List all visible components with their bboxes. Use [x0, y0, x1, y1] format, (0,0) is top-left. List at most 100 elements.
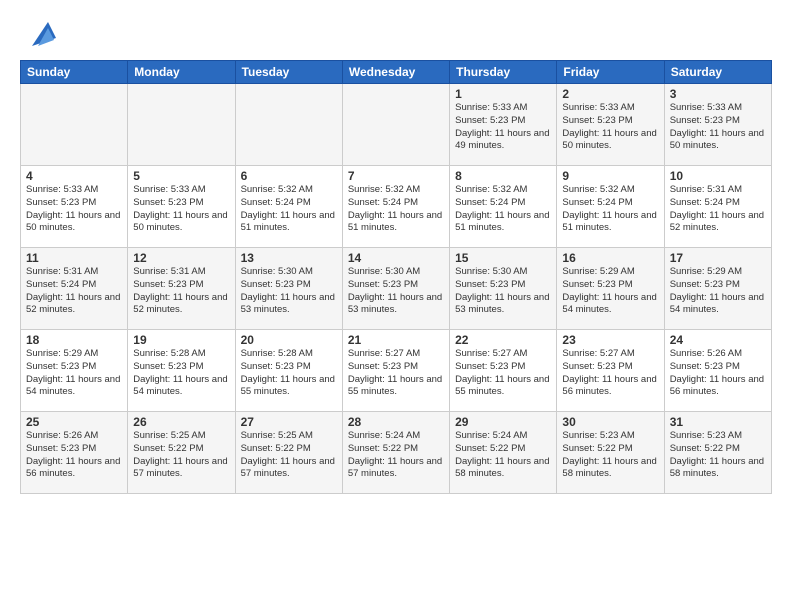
calendar-cell: 5Sunrise: 5:33 AM Sunset: 5:23 PM Daylig…: [128, 166, 235, 248]
calendar-cell: 29Sunrise: 5:24 AM Sunset: 5:22 PM Dayli…: [450, 412, 557, 494]
day-info: Sunrise: 5:32 AM Sunset: 5:24 PM Dayligh…: [348, 184, 444, 235]
day-number: 11: [26, 251, 122, 265]
calendar-cell: [342, 84, 449, 166]
calendar-week-row: 1Sunrise: 5:33 AM Sunset: 5:23 PM Daylig…: [21, 84, 772, 166]
day-info: Sunrise: 5:27 AM Sunset: 5:23 PM Dayligh…: [455, 348, 551, 399]
calendar-cell: 9Sunrise: 5:32 AM Sunset: 5:24 PM Daylig…: [557, 166, 664, 248]
day-number: 29: [455, 415, 551, 429]
day-info: Sunrise: 5:28 AM Sunset: 5:23 PM Dayligh…: [133, 348, 229, 399]
day-number: 19: [133, 333, 229, 347]
day-info: Sunrise: 5:29 AM Sunset: 5:23 PM Dayligh…: [562, 266, 658, 317]
calendar-cell: 4Sunrise: 5:33 AM Sunset: 5:23 PM Daylig…: [21, 166, 128, 248]
calendar-week-row: 18Sunrise: 5:29 AM Sunset: 5:23 PM Dayli…: [21, 330, 772, 412]
day-number: 2: [562, 87, 658, 101]
day-number: 26: [133, 415, 229, 429]
day-info: Sunrise: 5:31 AM Sunset: 5:24 PM Dayligh…: [26, 266, 122, 317]
calendar-cell: 23Sunrise: 5:27 AM Sunset: 5:23 PM Dayli…: [557, 330, 664, 412]
calendar-cell: 19Sunrise: 5:28 AM Sunset: 5:23 PM Dayli…: [128, 330, 235, 412]
day-info: Sunrise: 5:29 AM Sunset: 5:23 PM Dayligh…: [26, 348, 122, 399]
day-info: Sunrise: 5:30 AM Sunset: 5:23 PM Dayligh…: [455, 266, 551, 317]
day-number: 21: [348, 333, 444, 347]
day-number: 27: [241, 415, 337, 429]
day-number: 25: [26, 415, 122, 429]
calendar-week-row: 11Sunrise: 5:31 AM Sunset: 5:24 PM Dayli…: [21, 248, 772, 330]
calendar-cell: [128, 84, 235, 166]
calendar-header-row: SundayMondayTuesdayWednesdayThursdayFrid…: [21, 61, 772, 84]
day-number: 8: [455, 169, 551, 183]
weekday-header: Wednesday: [342, 61, 449, 84]
calendar-cell: 27Sunrise: 5:25 AM Sunset: 5:22 PM Dayli…: [235, 412, 342, 494]
day-info: Sunrise: 5:25 AM Sunset: 5:22 PM Dayligh…: [241, 430, 337, 481]
calendar-cell: 18Sunrise: 5:29 AM Sunset: 5:23 PM Dayli…: [21, 330, 128, 412]
calendar-cell: 2Sunrise: 5:33 AM Sunset: 5:23 PM Daylig…: [557, 84, 664, 166]
day-info: Sunrise: 5:33 AM Sunset: 5:23 PM Dayligh…: [26, 184, 122, 235]
day-info: Sunrise: 5:26 AM Sunset: 5:23 PM Dayligh…: [26, 430, 122, 481]
day-info: Sunrise: 5:27 AM Sunset: 5:23 PM Dayligh…: [348, 348, 444, 399]
weekday-header: Friday: [557, 61, 664, 84]
calendar-cell: 13Sunrise: 5:30 AM Sunset: 5:23 PM Dayli…: [235, 248, 342, 330]
day-number: 15: [455, 251, 551, 265]
day-number: 16: [562, 251, 658, 265]
day-info: Sunrise: 5:23 AM Sunset: 5:22 PM Dayligh…: [670, 430, 766, 481]
day-number: 20: [241, 333, 337, 347]
day-info: Sunrise: 5:31 AM Sunset: 5:24 PM Dayligh…: [670, 184, 766, 235]
day-number: 4: [26, 169, 122, 183]
day-number: 28: [348, 415, 444, 429]
day-info: Sunrise: 5:24 AM Sunset: 5:22 PM Dayligh…: [455, 430, 551, 481]
day-info: Sunrise: 5:30 AM Sunset: 5:23 PM Dayligh…: [348, 266, 444, 317]
day-info: Sunrise: 5:23 AM Sunset: 5:22 PM Dayligh…: [562, 430, 658, 481]
calendar-cell: 22Sunrise: 5:27 AM Sunset: 5:23 PM Dayli…: [450, 330, 557, 412]
page: SundayMondayTuesdayWednesdayThursdayFrid…: [0, 0, 792, 612]
calendar-cell: 10Sunrise: 5:31 AM Sunset: 5:24 PM Dayli…: [664, 166, 771, 248]
calendar-cell: 15Sunrise: 5:30 AM Sunset: 5:23 PM Dayli…: [450, 248, 557, 330]
day-info: Sunrise: 5:32 AM Sunset: 5:24 PM Dayligh…: [562, 184, 658, 235]
calendar-cell: 3Sunrise: 5:33 AM Sunset: 5:23 PM Daylig…: [664, 84, 771, 166]
calendar-cell: 24Sunrise: 5:26 AM Sunset: 5:23 PM Dayli…: [664, 330, 771, 412]
day-number: 5: [133, 169, 229, 183]
day-info: Sunrise: 5:33 AM Sunset: 5:23 PM Dayligh…: [133, 184, 229, 235]
logo: [20, 18, 56, 50]
day-info: Sunrise: 5:32 AM Sunset: 5:24 PM Dayligh…: [455, 184, 551, 235]
day-number: 17: [670, 251, 766, 265]
day-info: Sunrise: 5:26 AM Sunset: 5:23 PM Dayligh…: [670, 348, 766, 399]
calendar-cell: 16Sunrise: 5:29 AM Sunset: 5:23 PM Dayli…: [557, 248, 664, 330]
day-number: 3: [670, 87, 766, 101]
day-number: 12: [133, 251, 229, 265]
calendar-cell: 31Sunrise: 5:23 AM Sunset: 5:22 PM Dayli…: [664, 412, 771, 494]
calendar-week-row: 25Sunrise: 5:26 AM Sunset: 5:23 PM Dayli…: [21, 412, 772, 494]
logo-icon: [24, 18, 56, 50]
day-info: Sunrise: 5:31 AM Sunset: 5:23 PM Dayligh…: [133, 266, 229, 317]
day-number: 24: [670, 333, 766, 347]
day-info: Sunrise: 5:33 AM Sunset: 5:23 PM Dayligh…: [562, 102, 658, 153]
day-info: Sunrise: 5:25 AM Sunset: 5:22 PM Dayligh…: [133, 430, 229, 481]
day-number: 31: [670, 415, 766, 429]
calendar-cell: 28Sunrise: 5:24 AM Sunset: 5:22 PM Dayli…: [342, 412, 449, 494]
day-number: 22: [455, 333, 551, 347]
calendar: SundayMondayTuesdayWednesdayThursdayFrid…: [20, 60, 772, 494]
calendar-cell: 20Sunrise: 5:28 AM Sunset: 5:23 PM Dayli…: [235, 330, 342, 412]
weekday-header: Tuesday: [235, 61, 342, 84]
day-number: 9: [562, 169, 658, 183]
calendar-cell: [21, 84, 128, 166]
calendar-week-row: 4Sunrise: 5:33 AM Sunset: 5:23 PM Daylig…: [21, 166, 772, 248]
weekday-header: Thursday: [450, 61, 557, 84]
header: [20, 18, 772, 50]
day-number: 6: [241, 169, 337, 183]
calendar-cell: 6Sunrise: 5:32 AM Sunset: 5:24 PM Daylig…: [235, 166, 342, 248]
day-info: Sunrise: 5:28 AM Sunset: 5:23 PM Dayligh…: [241, 348, 337, 399]
day-info: Sunrise: 5:30 AM Sunset: 5:23 PM Dayligh…: [241, 266, 337, 317]
day-info: Sunrise: 5:33 AM Sunset: 5:23 PM Dayligh…: [455, 102, 551, 153]
weekday-header: Sunday: [21, 61, 128, 84]
calendar-cell: 21Sunrise: 5:27 AM Sunset: 5:23 PM Dayli…: [342, 330, 449, 412]
calendar-cell: 8Sunrise: 5:32 AM Sunset: 5:24 PM Daylig…: [450, 166, 557, 248]
calendar-cell: 12Sunrise: 5:31 AM Sunset: 5:23 PM Dayli…: [128, 248, 235, 330]
day-info: Sunrise: 5:24 AM Sunset: 5:22 PM Dayligh…: [348, 430, 444, 481]
calendar-cell: 14Sunrise: 5:30 AM Sunset: 5:23 PM Dayli…: [342, 248, 449, 330]
calendar-cell: 25Sunrise: 5:26 AM Sunset: 5:23 PM Dayli…: [21, 412, 128, 494]
weekday-header: Saturday: [664, 61, 771, 84]
calendar-cell: 30Sunrise: 5:23 AM Sunset: 5:22 PM Dayli…: [557, 412, 664, 494]
calendar-cell: 17Sunrise: 5:29 AM Sunset: 5:23 PM Dayli…: [664, 248, 771, 330]
day-number: 23: [562, 333, 658, 347]
logo-text-block: [20, 18, 56, 50]
calendar-cell: 7Sunrise: 5:32 AM Sunset: 5:24 PM Daylig…: [342, 166, 449, 248]
